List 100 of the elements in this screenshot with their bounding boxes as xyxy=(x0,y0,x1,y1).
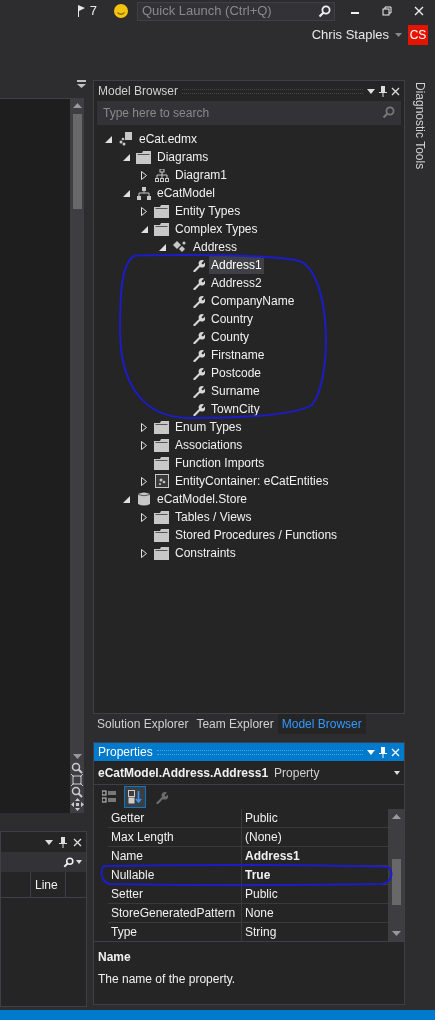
property-name: Name xyxy=(108,847,242,865)
property-value[interactable]: (None) xyxy=(242,828,388,846)
hierarchy-icon xyxy=(137,186,151,200)
search-icon[interactable] xyxy=(318,4,331,18)
dropdown-icon[interactable] xyxy=(45,839,53,845)
tree-item[interactable]: Address xyxy=(191,238,240,256)
tree-item[interactable]: Surname xyxy=(209,382,262,400)
property-value[interactable]: True xyxy=(242,866,388,884)
pan-icon[interactable] xyxy=(70,798,84,811)
tree-item[interactable]: Complex Types xyxy=(173,220,260,238)
collapsed-arrow-icon[interactable] xyxy=(141,476,147,486)
tree-item[interactable]: CompanyName xyxy=(209,292,297,310)
scroll-thumb[interactable] xyxy=(391,859,401,905)
panel-title: Properties xyxy=(98,744,153,761)
collapsed-arrow-icon[interactable] xyxy=(141,170,147,180)
quick-launch-field[interactable]: Quick Launch (Ctrl+Q) xyxy=(137,1,335,21)
collapsed-arrow-icon[interactable] xyxy=(141,548,147,558)
wrench-icon xyxy=(154,790,168,804)
account-menu[interactable]: Chris Staples xyxy=(311,25,402,45)
description-title: Name xyxy=(98,949,132,966)
collapsed-arrow-icon[interactable] xyxy=(141,422,147,432)
wrench-icon xyxy=(191,330,205,344)
sort-az-button[interactable] xyxy=(124,786,146,808)
collapsed-arrow-icon[interactable] xyxy=(141,206,147,216)
tree-item[interactable]: eCat.edmx xyxy=(137,130,200,148)
smiley-icon[interactable] xyxy=(113,3,129,19)
tree-item[interactable]: Stored Procedures / Functions xyxy=(173,526,340,544)
folder-icon xyxy=(154,420,170,434)
expanded-arrow-icon[interactable] xyxy=(158,243,166,251)
side-tab[interactable]: Diagnostic Tools xyxy=(411,82,429,172)
expanded-arrow-icon[interactable] xyxy=(122,153,130,161)
expanded-arrow-icon[interactable] xyxy=(122,495,130,503)
expanded-arrow-icon[interactable] xyxy=(140,225,148,233)
tree-item[interactable]: Enum Types xyxy=(173,418,244,436)
pin-icon[interactable] xyxy=(59,836,67,848)
model-file-icon xyxy=(118,132,134,146)
tree-item[interactable]: Postcode xyxy=(209,364,264,382)
database-icon xyxy=(138,492,150,506)
flag-icon[interactable] xyxy=(75,4,86,18)
search-icon[interactable] xyxy=(63,856,74,868)
tree-item[interactable]: Country xyxy=(209,310,256,328)
search-field[interactable] xyxy=(1,852,86,872)
scroll-down-icon[interactable] xyxy=(72,754,82,760)
zoom-out-icon[interactable] xyxy=(71,786,83,798)
tree-item[interactable]: Entity Types xyxy=(173,202,243,220)
tree-item[interactable]: Address1 xyxy=(209,256,264,274)
search-field[interactable]: Type here to search xyxy=(97,101,401,125)
property-name: Getter xyxy=(108,809,242,827)
scroll-up-icon[interactable] xyxy=(72,102,82,108)
close-icon[interactable] xyxy=(73,837,82,847)
collapsed-arrow-icon[interactable] xyxy=(141,440,147,450)
property-value[interactable]: String xyxy=(242,923,388,941)
caret-icon[interactable] xyxy=(76,860,82,864)
zoom-in-icon[interactable] xyxy=(71,762,83,774)
tree-item[interactable]: Associations xyxy=(173,436,245,454)
panel-tab[interactable]: Solution Explorer xyxy=(93,714,193,734)
panel-tab[interactable]: Model Browser xyxy=(277,714,366,734)
tree-item[interactable]: eCatModel.Store xyxy=(155,490,250,508)
tree-item[interactable]: TownCity xyxy=(209,400,262,418)
tree-item[interactable]: Constraints xyxy=(173,544,238,562)
wrench-icon xyxy=(191,276,205,290)
folder-icon xyxy=(154,546,170,560)
column-header[interactable]: Line xyxy=(30,872,66,897)
property-value[interactable]: Public xyxy=(242,885,388,903)
restore-icon xyxy=(382,6,392,16)
property-value[interactable]: Address1 xyxy=(242,847,388,865)
tree-item[interactable]: Address2 xyxy=(209,274,264,292)
description-text: The name of the property. xyxy=(98,971,237,988)
scroll-up-icon[interactable] xyxy=(391,813,401,819)
tree-item[interactable]: Diagram1 xyxy=(173,166,230,184)
tree-item[interactable]: eCatModel xyxy=(155,184,218,202)
folder-icon xyxy=(154,438,170,452)
tree-item[interactable]: Tables / Views xyxy=(173,508,254,526)
property-value[interactable]: Public xyxy=(242,809,388,827)
tree-item[interactable]: EntityContainer: eCatEntities xyxy=(173,472,331,490)
wrench-icon xyxy=(191,402,205,416)
caret-icon[interactable] xyxy=(394,770,400,775)
vertical-scrollbar[interactable] xyxy=(70,98,84,813)
tree-item[interactable]: County xyxy=(209,328,252,346)
collapsed-arrow-icon[interactable] xyxy=(141,512,147,522)
expanded-arrow-icon[interactable] xyxy=(104,135,112,143)
pin-icon[interactable] xyxy=(379,85,387,97)
tree-item[interactable]: Firstname xyxy=(209,346,267,364)
close-icon[interactable] xyxy=(391,86,400,96)
scroll-down-icon[interactable] xyxy=(391,931,401,937)
panel-tab[interactable]: Team Explorer xyxy=(192,714,278,734)
user-avatar[interactable]: CS xyxy=(408,25,428,45)
container-icon xyxy=(155,474,169,488)
fit-icon[interactable] xyxy=(71,774,83,786)
dropdown-icon[interactable] xyxy=(367,88,375,94)
dropdown-icon[interactable] xyxy=(77,80,86,89)
tree-item[interactable]: Diagrams xyxy=(155,148,211,166)
property-value[interactable]: None xyxy=(242,904,388,922)
wrench-icon xyxy=(191,366,205,380)
scroll-thumb[interactable] xyxy=(72,114,82,209)
vertical-scrollbar[interactable] xyxy=(388,809,404,941)
object-selector[interactable]: eCatModel.Address.Address1 Property xyxy=(94,761,404,785)
tree-item[interactable]: Function Imports xyxy=(173,454,267,472)
expanded-arrow-icon[interactable] xyxy=(122,189,130,197)
property-name: Type xyxy=(108,923,242,941)
